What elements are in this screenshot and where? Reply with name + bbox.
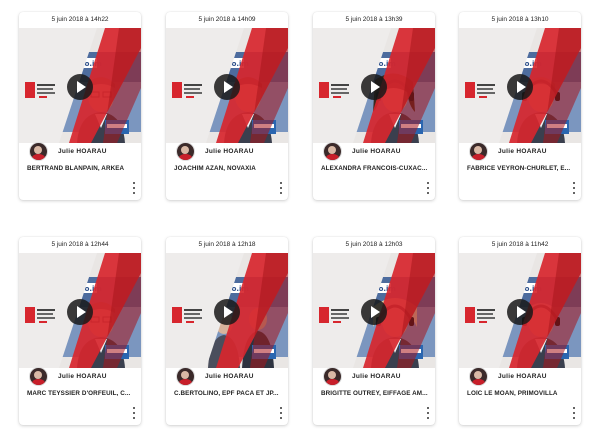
author[interactable]: Julie HOARAU [323,141,401,161]
video-title[interactable]: FABRICE VEYRON-CHURLET, E... [467,165,577,172]
author-name: Julie HOARAU [498,372,547,380]
video-thumbnail[interactable]: radio.im [166,28,288,143]
more-vert-icon[interactable] [425,407,431,419]
video-card[interactable]: 5 juin 2018 à 14h09 radio.im Julie HOARA… [166,12,288,200]
video-card[interactable]: 5 juin 2018 à 12h44 radio.im Julie HOARA… [19,237,141,425]
avatar-icon[interactable] [176,366,195,386]
video-thumbnail[interactable]: radio.im [19,253,141,368]
video-title[interactable]: JOACHIM AZAN, NOVAXIA [174,165,284,172]
video-card[interactable]: 5 juin 2018 à 12h18 radio.im Julie HOARA… [166,237,288,425]
play-icon[interactable] [67,74,93,100]
video-title[interactable]: ALEXANDRA FRANCOIS-CUXAC... [321,165,431,172]
play-icon[interactable] [214,299,240,325]
author[interactable]: Julie HOARAU [469,141,547,161]
video-grid: 5 juin 2018 à 14h22 radio.im Julie HOARA… [0,0,604,446]
author-name: Julie HOARAU [205,147,254,155]
video-card[interactable]: 5 juin 2018 à 14h22 radio.im Julie HOARA… [19,12,141,200]
author[interactable]: Julie HOARAU [176,366,254,386]
author-name: Julie HOARAU [352,147,401,155]
avatar-icon[interactable] [469,141,488,161]
author-name: Julie HOARAU [352,372,401,380]
video-card[interactable]: 5 juin 2018 à 13h39 radio.im Julie HOARA… [313,12,435,200]
video-card[interactable]: 5 juin 2018 à 11h42 radio.im Julie HOARA… [459,237,581,425]
video-thumbnail[interactable]: radio.im [313,28,435,143]
play-icon[interactable] [361,299,387,325]
author-name: Julie HOARAU [205,372,254,380]
play-icon[interactable] [507,74,533,100]
video-date: 5 juin 2018 à 13h10 [491,16,549,23]
video-thumbnail[interactable]: radio.im [166,253,288,368]
more-vert-icon[interactable] [131,407,137,419]
author[interactable]: Julie HOARAU [323,366,401,386]
play-icon[interactable] [214,74,240,100]
video-title[interactable]: C.BERTOLINO, EPF PACA ET JP... [174,390,284,397]
video-thumbnail[interactable]: radio.im [459,253,581,368]
author-name: Julie HOARAU [58,147,107,155]
video-thumbnail[interactable]: radio.im [459,28,581,143]
video-date: 5 juin 2018 à 12h03 [345,241,403,248]
video-card[interactable]: 5 juin 2018 à 12h03 radio.im Julie HOARA… [313,237,435,425]
author[interactable]: Julie HOARAU [176,141,254,161]
video-date: 5 juin 2018 à 11h42 [491,241,549,248]
more-vert-icon[interactable] [131,182,137,194]
video-title[interactable]: LOÏC LE MOAN, PRIMOVILLA [467,390,577,397]
avatar-icon[interactable] [323,366,342,386]
more-vert-icon[interactable] [278,407,284,419]
video-date: 5 juin 2018 à 14h09 [198,16,256,23]
author[interactable]: Julie HOARAU [29,366,107,386]
video-thumbnail[interactable]: radio.im [19,28,141,143]
more-vert-icon[interactable] [425,182,431,194]
avatar-icon[interactable] [29,141,48,161]
video-card[interactable]: 5 juin 2018 à 13h10 radio.im Julie HOARA… [459,12,581,200]
avatar-icon[interactable] [469,366,488,386]
avatar-icon[interactable] [29,366,48,386]
more-vert-icon[interactable] [278,182,284,194]
video-title[interactable]: BERTRAND BLANPAIN, ARKEA [27,165,137,172]
video-thumbnail[interactable]: radio.im [313,253,435,368]
play-icon[interactable] [507,299,533,325]
play-icon[interactable] [361,74,387,100]
video-title[interactable]: BRIGITTE OUTREY, EIFFAGE AM... [321,390,431,397]
video-date: 5 juin 2018 à 13h39 [345,16,403,23]
video-title[interactable]: MARC TEYSSIER D'ORFEUIL, C... [27,390,137,397]
more-vert-icon[interactable] [571,407,577,419]
author[interactable]: Julie HOARAU [29,141,107,161]
play-icon[interactable] [67,299,93,325]
avatar-icon[interactable] [323,141,342,161]
video-date: 5 juin 2018 à 14h22 [51,16,109,23]
video-date: 5 juin 2018 à 12h18 [198,241,256,248]
video-date: 5 juin 2018 à 12h44 [51,241,109,248]
author[interactable]: Julie HOARAU [469,366,547,386]
avatar-icon[interactable] [176,141,195,161]
author-name: Julie HOARAU [58,372,107,380]
author-name: Julie HOARAU [498,147,547,155]
more-vert-icon[interactable] [571,182,577,194]
